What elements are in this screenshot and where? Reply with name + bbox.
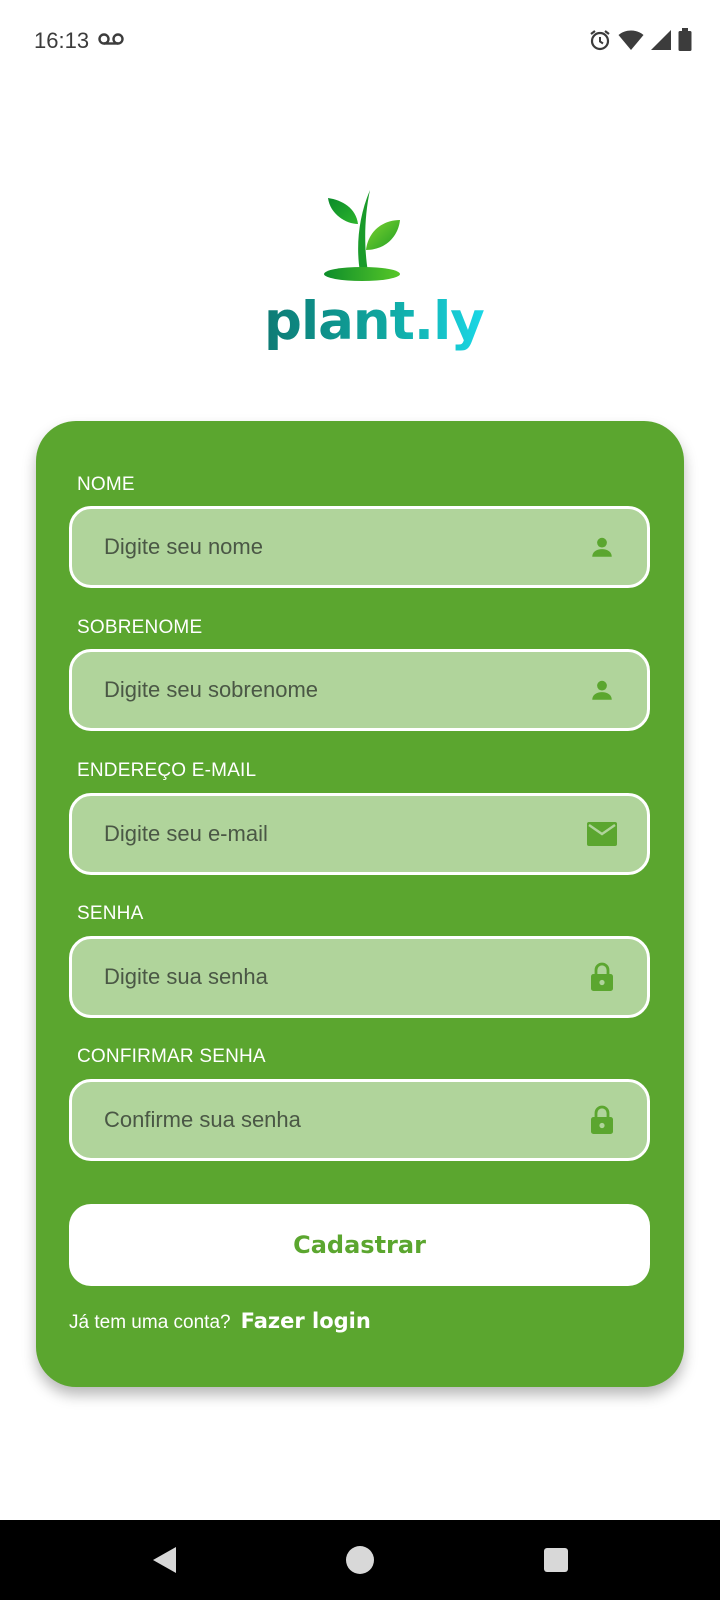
- confirm-password-field[interactable]: [69, 1079, 650, 1161]
- system-nav-bar: [0, 1520, 720, 1600]
- voicemail-icon: [98, 32, 124, 51]
- app-logo: plant.ly: [260, 188, 485, 358]
- status-bar: 16:13: [0, 0, 720, 84]
- email-field[interactable]: [69, 793, 650, 875]
- wifi-icon: [618, 29, 644, 56]
- last-name-field[interactable]: [69, 649, 650, 731]
- first-name-field[interactable]: [69, 506, 650, 588]
- login-prompt-text: Já tem uma conta?: [69, 1312, 231, 1333]
- password-field[interactable]: [69, 936, 650, 1018]
- home-icon[interactable]: [320, 1520, 400, 1600]
- lock-icon: [587, 962, 617, 992]
- password-label: SENHA: [77, 903, 144, 924]
- person-icon: [587, 675, 617, 705]
- battery-icon: [678, 28, 692, 57]
- last-name-label: SOBRENOME: [77, 617, 203, 638]
- login-prompt-row: Já tem uma conta? Fazer login: [69, 1309, 371, 1334]
- first-name-label: NOME: [77, 474, 135, 495]
- first-name-input[interactable]: [72, 509, 587, 585]
- sprout-logo-icon: [320, 188, 402, 289]
- last-name-input[interactable]: [72, 652, 587, 728]
- signup-card: NOME SOBRENOME ENDEREÇO E-MAIL SENHA CON…: [36, 421, 684, 1387]
- login-link[interactable]: Fazer login: [241, 1309, 371, 1333]
- email-label: ENDEREÇO E-MAIL: [77, 760, 257, 781]
- alarm-icon: [588, 28, 612, 57]
- person-icon: [587, 532, 617, 562]
- app-logo-text: plant.ly: [264, 291, 485, 352]
- mail-icon: [587, 819, 617, 849]
- confirm-password-input[interactable]: [72, 1082, 587, 1158]
- recents-icon[interactable]: [516, 1520, 596, 1600]
- register-button[interactable]: Cadastrar: [69, 1204, 650, 1286]
- back-icon[interactable]: [124, 1520, 204, 1600]
- confirm-password-label: CONFIRMAR SENHA: [77, 1046, 266, 1067]
- password-input[interactable]: [72, 939, 587, 1015]
- status-icons: [588, 28, 692, 57]
- lock-icon: [587, 1105, 617, 1135]
- email-input[interactable]: [72, 796, 587, 872]
- signal-icon: [650, 29, 672, 56]
- status-time: 16:13: [34, 28, 90, 53]
